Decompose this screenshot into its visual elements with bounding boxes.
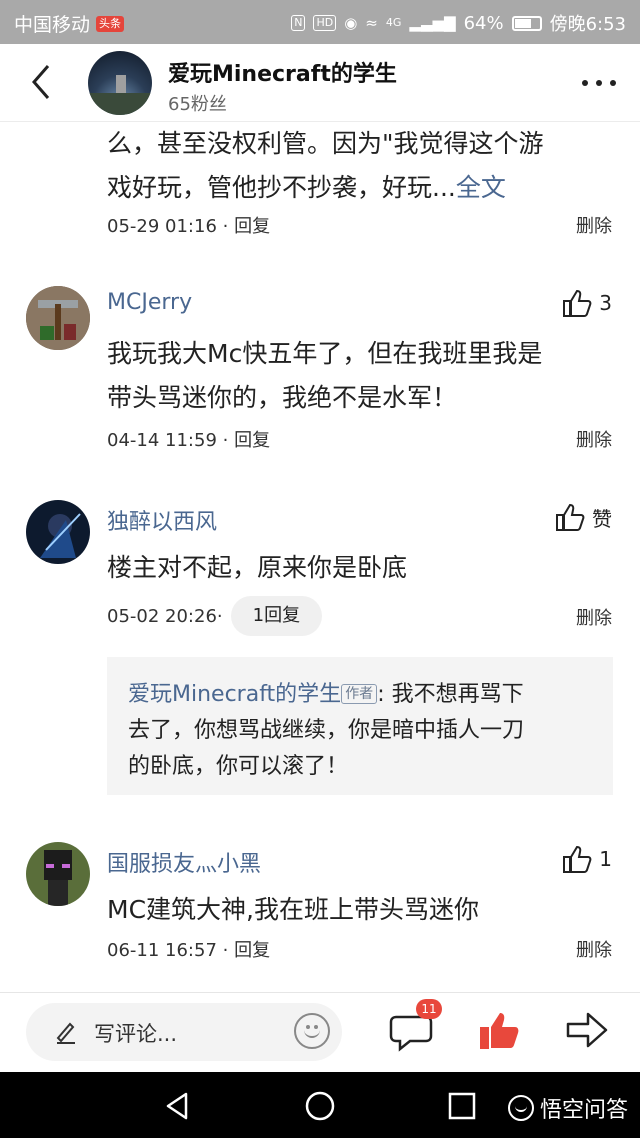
sub-reply-line: : 我不想再骂下	[377, 682, 524, 707]
network-type: 4G	[385, 16, 402, 29]
comment-text: MC建筑大神,我在班上带头骂迷你	[107, 888, 479, 932]
user-avatar[interactable]	[26, 500, 90, 564]
back-arrow-icon	[32, 65, 50, 99]
comment-line: 带头骂迷你的，我绝不是水军！	[107, 383, 458, 412]
author-name[interactable]: 爱玩Minecraft的学生	[168, 56, 397, 88]
comment-meta: 05-29 01:16 · 回复	[107, 216, 271, 237]
expand-full-text-link[interactable]: 全文	[456, 173, 506, 202]
eye-icon: ◉	[344, 14, 358, 32]
delete-button[interactable]: 删除	[576, 936, 612, 962]
sub-reply-line: 去了，你想骂战继续，你是暗中插人一刀	[128, 718, 525, 743]
nav-back-icon[interactable]	[162, 1090, 194, 1122]
status-bar: 中国移动 头条 N HD ◉ ≈ 4G ▂▃▅▇ 64% 傍晚6:53	[0, 0, 640, 44]
comment-meta: 05-02 20:26 · 1回复	[107, 596, 323, 636]
more-dot-icon	[610, 80, 616, 86]
thumbs-up-filled-icon	[480, 1013, 519, 1049]
nav-home-icon[interactable]	[304, 1090, 336, 1122]
comments-list[interactable]: 么，甚至没权利管。因为"我觉得这个游 戏好玩，管他抄不抄袭，好玩...全文 05…	[0, 122, 640, 992]
pickaxe-avatar-icon	[26, 286, 90, 350]
comment-time: 04-14 11:59	[107, 430, 217, 451]
fans-count: 65粉丝	[168, 94, 227, 115]
like-count: 1	[599, 847, 612, 871]
battery-percent: 64%	[463, 12, 504, 34]
signal-icon: ▂▃▅▇	[409, 14, 456, 32]
pen-icon	[56, 1022, 75, 1044]
header: 爱玩Minecraft的学生 65粉丝	[0, 44, 640, 122]
comment-text: 么，甚至没权利管。因为"我觉得这个游 戏好玩，管他抄不抄袭，好玩...全文	[107, 122, 544, 210]
comment-line: 么，甚至没权利管。因为"我觉得这个游	[107, 129, 544, 158]
comment-text: 我玩我大Mc快五年了，但在我班里我是 带头骂迷你的，我绝不是水军！	[107, 332, 542, 420]
reply-link[interactable]: 回复	[234, 216, 270, 237]
reply-link[interactable]: 回复	[234, 940, 270, 961]
thumbs-up-icon	[556, 503, 585, 531]
sub-reply-author[interactable]: 爱玩Minecraft的学生	[128, 682, 341, 707]
comment-username[interactable]: MCJerry	[107, 290, 192, 315]
wifi-icon: ≈	[365, 14, 378, 32]
like-label: 赞	[592, 506, 612, 531]
sub-reply-line: 的卧底，你可以滚了！	[128, 754, 349, 779]
delete-button[interactable]: 删除	[576, 212, 612, 238]
sub-reply[interactable]: 爱玩Minecraft的学生 作者: 我不想再骂下 去了，你想骂战继续，你是暗中插…	[107, 657, 613, 795]
user-avatar[interactable]	[26, 286, 90, 350]
comment-line: 我玩我大Mc快五年了，但在我班里我是	[107, 339, 543, 368]
watermark: 悟空问答	[507, 1092, 628, 1124]
battery-icon	[511, 15, 542, 31]
like-button[interactable]: 赞	[554, 502, 612, 532]
comment-line: MC建筑大神,我在班上带头骂迷你	[107, 895, 479, 924]
like-article-button[interactable]	[476, 1007, 526, 1057]
write-comment-input[interactable]: 写评论...	[26, 1003, 342, 1061]
more-options-button[interactable]	[582, 80, 616, 86]
clock: 傍晚6:53	[549, 14, 626, 35]
like-button[interactable]: 1	[561, 844, 612, 874]
back-button[interactable]	[24, 60, 64, 104]
comment-username[interactable]: 国服损友灬小黑	[107, 846, 261, 878]
comment-placeholder: 写评论...	[94, 1022, 178, 1046]
comment-count-badge: 11	[416, 999, 442, 1019]
nfc-icon: N	[291, 15, 306, 31]
anime-avatar-icon	[26, 500, 90, 564]
nav-recents-icon[interactable]	[446, 1090, 478, 1122]
comment-line: 戏好玩，管他抄不抄袭，好玩...	[107, 173, 456, 202]
comment-meta: 06-11 16:57 · 回复	[107, 940, 271, 961]
wukong-logo-icon	[507, 1095, 534, 1121]
like-count: 3	[599, 291, 612, 315]
watermark-text: 悟空问答	[539, 1098, 628, 1123]
hd-icon: HD	[313, 15, 337, 31]
user-avatar[interactable]	[26, 842, 90, 906]
share-button[interactable]	[564, 1007, 614, 1057]
more-dot-icon	[582, 80, 588, 86]
carrier-badge: 头条	[96, 15, 125, 32]
enderman-avatar-icon	[26, 842, 90, 906]
share-arrow-icon	[566, 1012, 608, 1048]
carrier-name: 中国移动	[14, 14, 91, 36]
thumbs-up-icon	[563, 289, 592, 317]
author-avatar[interactable]	[88, 51, 152, 115]
battery-fill	[514, 18, 532, 28]
comment-time: 05-29 01:16	[107, 216, 217, 237]
delete-button[interactable]: 删除	[576, 426, 612, 452]
comment-text: 楼主对不起，原来你是卧底	[107, 546, 407, 590]
comment-time: 06-11 16:57	[107, 940, 217, 961]
comments-button[interactable]: 11	[388, 999, 442, 1057]
comment-line: 楼主对不起，原来你是卧底	[107, 553, 408, 582]
author-tag-badge: 作者	[341, 684, 378, 704]
like-button[interactable]: 3	[561, 288, 612, 318]
reply-count-button[interactable]: 1回复	[230, 596, 323, 636]
comment-username[interactable]: 独醉以西风	[107, 504, 217, 536]
thumbs-up-icon	[563, 845, 592, 873]
reply-link[interactable]: 回复	[234, 430, 270, 451]
system-nav-bar: 悟空问答	[0, 1072, 640, 1138]
delete-button[interactable]: 删除	[576, 604, 612, 630]
emoji-button[interactable]	[294, 1013, 330, 1049]
bottom-action-bar: 写评论... 11	[0, 992, 640, 1072]
comment-meta: 04-14 11:59 · 回复	[107, 430, 271, 451]
comment-time: 05-02 20:26	[107, 605, 217, 627]
more-dot-icon	[596, 80, 602, 86]
